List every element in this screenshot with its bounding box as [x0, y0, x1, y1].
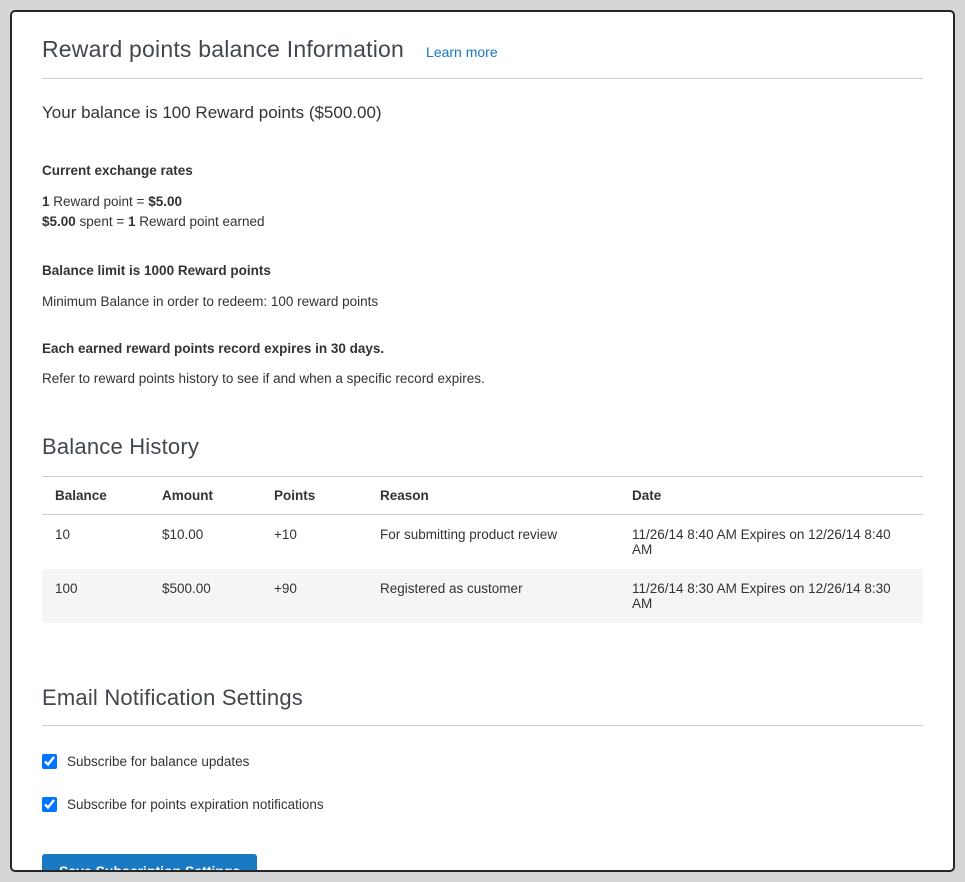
- cell-points: +90: [261, 569, 367, 623]
- balance-history-table-head: Balance Amount Points Reason Date: [42, 477, 923, 515]
- rate2-text2: Reward point earned: [135, 214, 264, 229]
- column-header-date: Date: [619, 477, 923, 515]
- expiration-refer-text: Refer to reward points history to see if…: [42, 371, 923, 386]
- table-row: 100 $500.00 +90 Registered as customer 1…: [42, 569, 923, 623]
- column-header-balance: Balance: [42, 477, 149, 515]
- cell-reason: For submitting product review: [367, 515, 619, 570]
- expiration-notifications-option: Subscribe for points expiration notifica…: [42, 797, 923, 812]
- column-header-reason: Reason: [367, 477, 619, 515]
- balance-updates-option: Subscribe for balance updates: [42, 754, 923, 769]
- learn-more-link[interactable]: Learn more: [426, 44, 498, 60]
- balance-updates-checkbox[interactable]: [42, 754, 57, 769]
- balance-history-table: Balance Amount Points Reason Date 10 $10…: [42, 476, 923, 623]
- email-settings-header: Email Notification Settings: [42, 685, 923, 726]
- rate2-text1: spent =: [76, 214, 128, 229]
- balance-limit-text: Balance limit is 1000 Reward points: [42, 263, 923, 278]
- balance-history-table-body: 10 $10.00 +10 For submitting product rev…: [42, 515, 923, 624]
- cell-date: 11/26/14 8:40 AM Expires on 12/26/14 8:4…: [619, 515, 923, 570]
- page-header: Reward points balance Information Learn …: [42, 12, 923, 79]
- table-header-row: Balance Amount Points Reason Date: [42, 477, 923, 515]
- page-title: Reward points balance Information: [42, 36, 404, 63]
- email-settings-title: Email Notification Settings: [42, 685, 923, 711]
- reward-points-panel: Reward points balance Information Learn …: [10, 10, 955, 872]
- column-header-points: Points: [261, 477, 367, 515]
- balance-summary: Your balance is 100 Reward points ($500.…: [42, 103, 923, 123]
- balance-updates-label: Subscribe for balance updates: [67, 754, 249, 769]
- exchange-rates-lines: 1 Reward point = $5.00$5.00 spent = 1 Re…: [42, 192, 923, 231]
- column-header-amount: Amount: [149, 477, 261, 515]
- cell-reason: Registered as customer: [367, 569, 619, 623]
- rate1-text: Reward point =: [50, 194, 149, 209]
- expiration-text: Each earned reward points record expires…: [42, 341, 923, 356]
- page-background: Reward points balance Information Learn …: [0, 0, 965, 882]
- exchange-rates-heading: Current exchange rates: [42, 163, 923, 178]
- cell-balance: 100: [42, 569, 149, 623]
- table-row: 10 $10.00 +10 For submitting product rev…: [42, 515, 923, 570]
- rate1-bold-points: 1: [42, 194, 50, 209]
- minimum-balance-text: Minimum Balance in order to redeem: 100 …: [42, 294, 923, 309]
- rate1-bold-amount: $5.00: [148, 194, 182, 209]
- cell-points: +10: [261, 515, 367, 570]
- expiration-notifications-checkbox[interactable]: [42, 797, 57, 812]
- expiration-notifications-label: Subscribe for points expiration notifica…: [67, 797, 324, 812]
- rate2-bold-amount: $5.00: [42, 214, 76, 229]
- balance-history-title: Balance History: [42, 434, 923, 460]
- cell-amount: $10.00: [149, 515, 261, 570]
- cell-amount: $500.00: [149, 569, 261, 623]
- save-subscription-settings-button[interactable]: Save Subscription Settings: [42, 854, 257, 872]
- cell-balance: 10: [42, 515, 149, 570]
- cell-date: 11/26/14 8:30 AM Expires on 12/26/14 8:3…: [619, 569, 923, 623]
